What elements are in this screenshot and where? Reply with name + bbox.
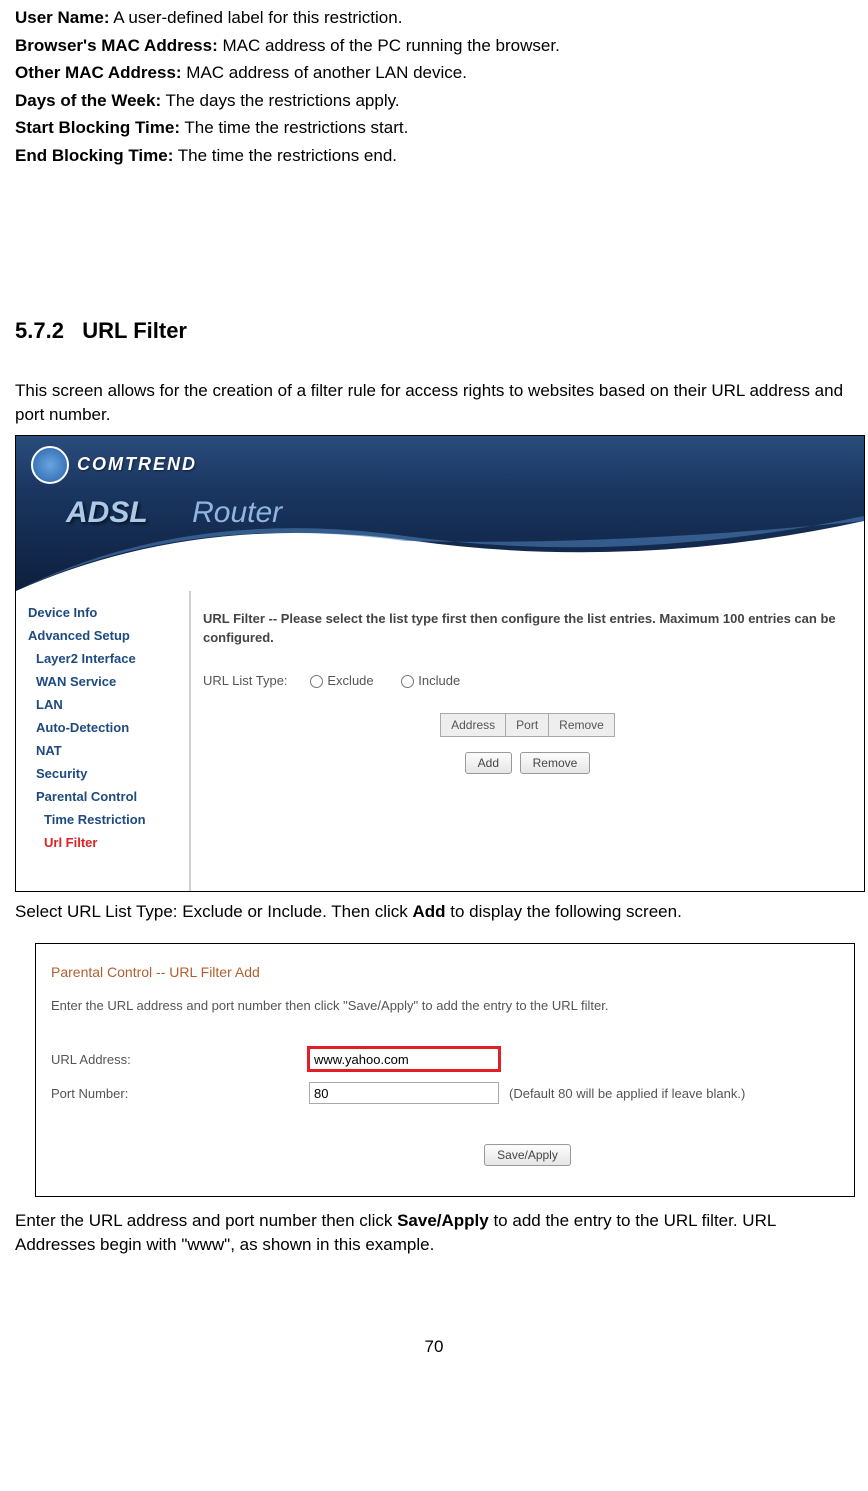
nav-nat[interactable]: NAT (28, 739, 189, 762)
def-row: Other MAC Address: MAC address of anothe… (15, 60, 853, 86)
nav-parental-control[interactable]: Parental Control (28, 785, 189, 808)
def-label: Browser's MAC Address: (15, 36, 218, 55)
sidebar-nav: Device Info Advanced Setup Layer2 Interf… (16, 591, 191, 891)
main-panel: URL Filter -- Please select the list typ… (191, 591, 864, 891)
def-text: A user-defined label for this restrictio… (110, 8, 403, 27)
save-apply-row: Save/Apply (51, 1144, 839, 1166)
radio-exclude[interactable] (310, 675, 323, 688)
nav-url-filter[interactable]: Url Filter (28, 831, 189, 854)
instruction-paragraph-1: Select URL List Type: Exclude or Include… (15, 900, 853, 924)
radio-include[interactable] (401, 675, 414, 688)
th-remove: Remove (549, 713, 615, 736)
header-curve (16, 491, 864, 591)
logo-area: COMTREND (31, 446, 197, 484)
page-number: 70 (15, 1337, 853, 1357)
dialog-title: Parental Control -- URL Filter Add (51, 964, 839, 980)
url-address-label: URL Address: (51, 1052, 309, 1067)
def-label: Days of the Week: (15, 91, 161, 110)
filter-table: Address Port Remove (440, 713, 615, 737)
save-apply-bold: Save/Apply (397, 1211, 489, 1230)
nav-time-restriction[interactable]: Time Restriction (28, 808, 189, 831)
nav-security[interactable]: Security (28, 762, 189, 785)
list-type-row: URL List Type: Exclude Include (203, 673, 852, 688)
url-address-input[interactable] (309, 1048, 499, 1070)
port-number-label: Port Number: (51, 1086, 309, 1101)
def-row: User Name: A user-defined label for this… (15, 5, 853, 31)
th-address: Address (441, 713, 506, 736)
list-type-label: URL List Type: (203, 673, 288, 688)
logo-icon (31, 446, 69, 484)
def-label: End Blocking Time: (15, 146, 173, 165)
def-text: The time the restrictions start. (180, 118, 408, 137)
url-address-row: URL Address: (51, 1048, 839, 1070)
instruction-paragraph-2: Enter the URL address and port number th… (15, 1209, 853, 1257)
panel-heading: URL Filter -- Please select the list typ… (203, 609, 852, 648)
def-label: Other MAC Address: (15, 63, 182, 82)
nav-auto-detection[interactable]: Auto-Detection (28, 716, 189, 739)
add-bold: Add (413, 902, 446, 921)
radio-exclude-label[interactable]: Exclude (310, 673, 373, 688)
nav-device-info[interactable]: Device Info (28, 601, 189, 624)
port-hint: (Default 80 will be applied if leave bla… (509, 1086, 745, 1101)
button-row: Add Remove (203, 752, 852, 774)
nav-wan-service[interactable]: WAN Service (28, 670, 189, 693)
radio-include-label[interactable]: Include (401, 673, 460, 688)
def-row: Browser's MAC Address: MAC address of th… (15, 33, 853, 59)
def-label: User Name: (15, 8, 110, 27)
def-text: MAC address of another LAN device. (182, 63, 467, 82)
section-title: URL Filter (82, 318, 187, 343)
nav-advanced-setup[interactable]: Advanced Setup (28, 624, 189, 647)
router-header: COMTREND ADSL Router (16, 436, 864, 591)
def-row: End Blocking Time: The time the restrict… (15, 143, 853, 169)
brand-name: COMTREND (77, 454, 197, 475)
def-text: MAC address of the PC running the browse… (218, 36, 560, 55)
add-button[interactable]: Add (465, 752, 512, 774)
url-filter-add-screenshot: Parental Control -- URL Filter Add Enter… (35, 943, 855, 1197)
intro-paragraph: This screen allows for the creation of a… (15, 379, 853, 427)
def-text: The time the restrictions end. (173, 146, 397, 165)
dialog-instruction: Enter the URL address and port number th… (51, 998, 839, 1013)
th-port: Port (506, 713, 549, 736)
router-screenshot: COMTREND ADSL Router Device Info Advance… (15, 435, 865, 892)
def-label: Start Blocking Time: (15, 118, 180, 137)
nav-lan[interactable]: LAN (28, 693, 189, 716)
port-number-row: Port Number: (Default 80 will be applied… (51, 1082, 839, 1104)
def-row: Start Blocking Time: The time the restri… (15, 115, 853, 141)
def-text: The days the restrictions apply. (161, 91, 399, 110)
nav-layer2[interactable]: Layer2 Interface (28, 647, 189, 670)
router-content: Device Info Advanced Setup Layer2 Interf… (16, 591, 864, 891)
section-heading: 5.7.2 URL Filter (15, 318, 853, 344)
save-apply-button[interactable]: Save/Apply (484, 1144, 571, 1166)
def-row: Days of the Week: The days the restricti… (15, 88, 853, 114)
section-number: 5.7.2 (15, 318, 64, 343)
remove-button[interactable]: Remove (520, 752, 591, 774)
port-number-input[interactable] (309, 1082, 499, 1104)
definitions-list: User Name: A user-defined label for this… (15, 5, 853, 168)
